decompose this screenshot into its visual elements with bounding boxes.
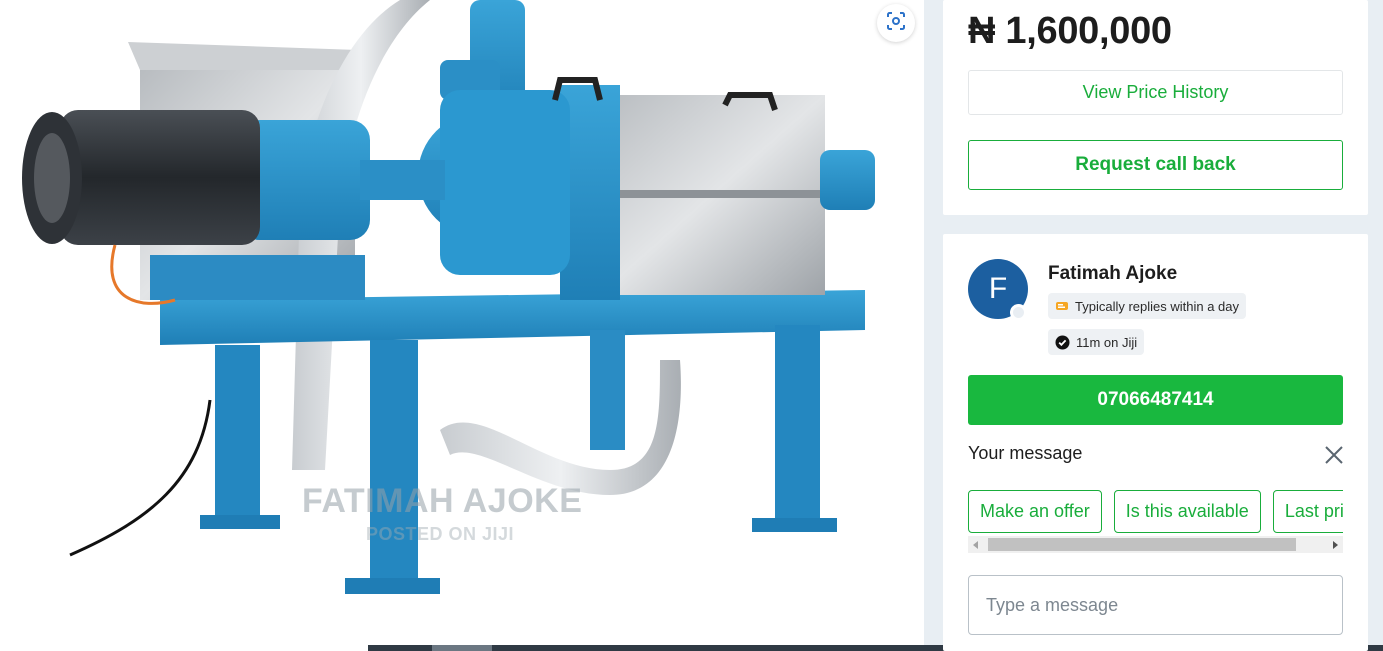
status-dot bbox=[1010, 304, 1027, 321]
product-photo bbox=[22, 0, 875, 594]
lens-icon bbox=[886, 11, 906, 36]
your-message-label: Your message bbox=[968, 443, 1083, 463]
clock-icon bbox=[1055, 300, 1069, 312]
scroll-right-arrow-icon[interactable] bbox=[1327, 536, 1343, 553]
tenure-text: 11m on Jiji bbox=[1076, 334, 1138, 350]
tenure-badge: 11m on Jiji bbox=[1048, 329, 1145, 355]
listing-price: ₦ 1,600,000 bbox=[968, 10, 1172, 52]
show-phone-button[interactable]: 07066487414 bbox=[968, 375, 1343, 425]
quick-reply-last-price[interactable]: Last price bbox=[1272, 490, 1343, 533]
image-search-button[interactable] bbox=[877, 4, 915, 42]
watermark-posted-on: POSTED ON JIJI bbox=[366, 524, 515, 544]
seller-card: F Fatimah Ajoke Typically replies within… bbox=[943, 234, 1368, 651]
close-icon[interactable] bbox=[1323, 444, 1345, 466]
quick-replies: Make an offer Is this available Last pri… bbox=[968, 490, 1343, 534]
bottom-scrollbar-thumb[interactable] bbox=[432, 645, 492, 651]
request-call-back-button[interactable]: Request call back bbox=[968, 140, 1343, 190]
quick-reply-is-available[interactable]: Is this available bbox=[1113, 490, 1261, 533]
seller-name[interactable]: Fatimah Ajoke bbox=[1048, 263, 1177, 285]
product-image-gallery[interactable]: FATIMAH AJOKE POSTED ON JIJI bbox=[0, 0, 924, 645]
view-price-history-button[interactable]: View Price History bbox=[968, 70, 1343, 115]
verified-check-icon bbox=[1055, 335, 1070, 350]
message-input[interactable] bbox=[968, 575, 1343, 635]
quick-replies-scrollbar[interactable] bbox=[968, 536, 1343, 553]
watermark-name: FATIMAH AJOKE bbox=[302, 482, 583, 520]
price-card: ₦ 1,600,000 View Price History Request c… bbox=[943, 0, 1368, 215]
scroll-left-arrow-icon[interactable] bbox=[968, 536, 984, 553]
quick-reply-make-offer[interactable]: Make an offer bbox=[968, 490, 1102, 533]
reply-time-text: Typically replies within a day bbox=[1075, 298, 1240, 314]
scrollbar-thumb[interactable] bbox=[988, 538, 1296, 551]
reply-time-badge: Typically replies within a day bbox=[1048, 293, 1247, 319]
